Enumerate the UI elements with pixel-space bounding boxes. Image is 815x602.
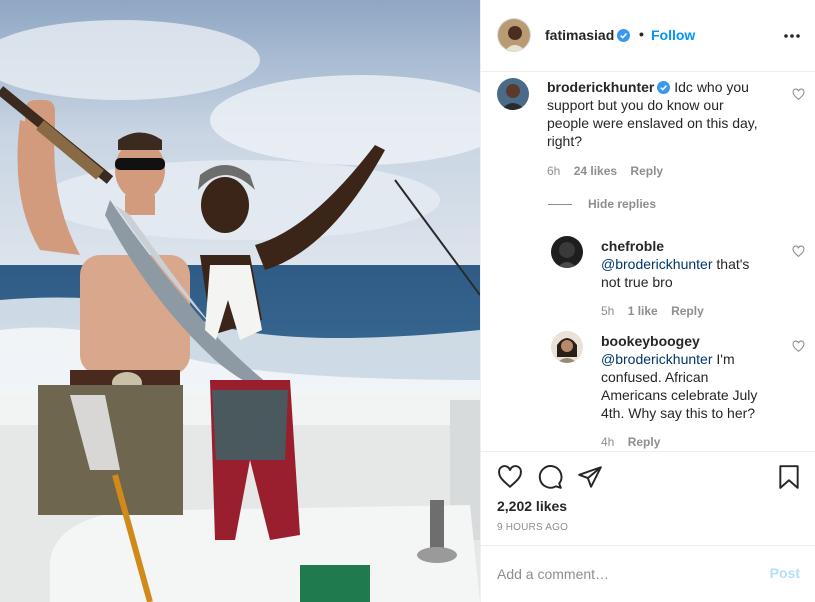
comment-like-heart-icon[interactable] [792,88,805,101]
reply-text-line: 4th. Why say this to her? [601,405,756,421]
heart-icon[interactable] [497,464,523,490]
hide-replies-label[interactable]: Hide replies [588,197,656,211]
reply-button[interactable]: Reply [630,164,663,178]
author-username-text[interactable]: fatimasiad [545,27,614,43]
author-avatar[interactable] [497,18,531,52]
comment-username[interactable]: broderickhunter [547,79,654,95]
more-icon[interactable] [782,26,802,46]
comment-item: broderickhunter Idc who you support but … [481,73,815,183]
reply-username[interactable]: bookeyboogey [601,333,700,349]
reply-text-line: I'm [712,351,735,367]
hide-replies-line [548,204,572,206]
post-comment-button[interactable]: Post [770,565,800,581]
commenter-avatar[interactable] [497,78,529,110]
comment-text-line: support but you do know our [547,97,724,113]
reply-text-line: that's [712,256,750,272]
add-comment-bar: Post [481,545,815,602]
reply-item: bookeyboogey @broderickhunter I'm confus… [481,328,815,449]
share-icon[interactable] [577,464,603,490]
reply-meta: 5h 1 like Reply [601,304,714,318]
reply-body: chefroble @broderickhunter that's not tr… [601,237,781,291]
comment-text-line: people were enslaved on this day, [547,115,758,131]
verified-icon [617,29,631,42]
replier-avatar-image [551,236,583,268]
reply-text-line: Americans celebrate July [601,387,758,403]
replier-avatar[interactable] [551,236,583,268]
reply-mention[interactable]: @broderickhunter [601,256,713,272]
header-separator: • [639,26,644,42]
reply-time[interactable]: 5h [601,304,614,318]
bookmark-icon[interactable] [776,464,802,490]
reply-like-heart-icon[interactable] [792,245,805,258]
hide-replies-button[interactable]: Hide replies [548,197,656,211]
reply-username[interactable]: chefroble [601,238,664,254]
photo-scene [0,0,480,602]
comment-likes[interactable]: 24 likes [574,164,617,178]
comments-list[interactable]: broderickhunter Idc who you support but … [481,73,815,451]
replier-avatar[interactable] [551,331,583,363]
author-avatar-image [498,19,530,51]
reply-time[interactable]: 4h [601,435,614,449]
author-username[interactable]: fatimasiad [545,27,631,43]
comment-input[interactable] [497,564,757,584]
commenter-avatar-image [497,78,529,110]
reply-item: chefroble @broderickhunter that's not tr… [481,233,815,323]
reply-like-heart-icon[interactable] [792,340,805,353]
reply-likes[interactable]: 1 like [628,304,658,318]
reply-text-line: not true bro [601,274,673,290]
follow-button[interactable]: Follow [651,27,695,43]
post-timestamp[interactable]: 9 HOURS AGO [497,522,568,533]
comment-icon[interactable] [537,464,563,490]
comment-body: broderickhunter Idc who you support but … [547,78,777,150]
reply-body: bookeyboogey @broderickhunter I'm confus… [601,332,781,422]
comment-time[interactable]: 6h [547,164,560,178]
post-photo[interactable] [0,0,480,602]
post-header: fatimasiad • Follow [481,0,815,72]
comment-text-line: Idc who you [674,79,749,95]
replier-avatar-image [551,331,583,363]
reply-meta: 4h Reply [601,435,670,449]
post-actions: 2,202 likes 9 HOURS AGO [481,451,815,545]
post-side-panel: fatimasiad • Follow broderickhunter Idc … [480,0,815,602]
likes-count[interactable]: 2,202 likes [497,498,567,514]
reply-mention[interactable]: @broderickhunter [601,351,713,367]
reply-text-line: confused. African [601,369,709,385]
comment-text-line: right? [547,133,583,149]
reply-button[interactable]: Reply [628,435,661,449]
verified-icon [657,81,671,94]
reply-button[interactable]: Reply [671,304,704,318]
comment-meta: 6h 24 likes Reply [547,164,673,178]
